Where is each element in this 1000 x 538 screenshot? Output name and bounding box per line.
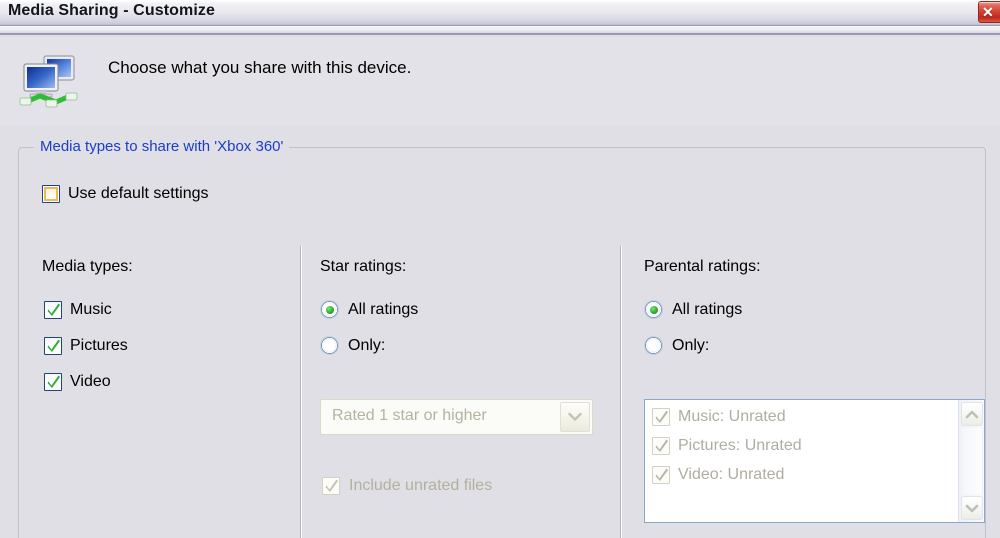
check-icon [47,303,60,316]
radio-button-unselected [644,336,663,355]
dialog-window: Media Sharing - Customize ✕ Choose what … [0,0,1000,538]
media-type-label: Music [70,301,112,318]
checkbox-box-checked-disabled [322,477,340,495]
list-item-label: Video: Unrated [678,466,785,483]
parental-ratings-radio-all[interactable]: All ratings [644,300,742,319]
radio-button-unselected [320,336,339,355]
list-item-label: Pictures: Unrated [678,437,802,454]
column-divider-2 [620,246,622,538]
groupbox-legend: Media types to share with 'Xbox 360' [34,138,290,155]
radio-button-selected [320,300,339,319]
checkbox-box-checked-disabled [652,466,670,484]
star-ratings-radio-all[interactable]: All ratings [320,300,418,319]
parental-ratings-radio-label: Only: [672,336,710,354]
title-bar: Media Sharing - Customize ✕ [0,0,1000,26]
radio-button-selected [644,300,663,319]
parental-ratings-title: Parental ratings: [644,258,761,275]
checkbox-box-unchecked-focused [42,185,60,203]
scrollbar-down-button[interactable] [961,496,983,520]
include-unrated-files-checkbox: Include unrated files [322,477,492,495]
media-type-label: Video [70,373,111,390]
scrollbar-up-button[interactable] [961,402,983,426]
star-ratings-radio-label: Only: [348,336,386,354]
star-ratings-title: Star ratings: [320,258,407,275]
close-button[interactable]: ✕ [978,1,1000,23]
star-rating-combobox-dropdown-button[interactable] [560,402,590,432]
check-icon [655,410,668,423]
check-icon [655,468,668,481]
listbox-scrollbar[interactable] [958,400,984,522]
list-item: Music: Unrated [652,408,786,426]
include-unrated-files-label: Include unrated files [349,477,493,494]
checkbox-box-checked-disabled [652,408,670,426]
check-icon [325,479,338,492]
check-icon [655,439,668,452]
networked-computers-icon [16,52,82,110]
title-bar-separator [0,26,1000,35]
close-icon: ✕ [982,4,994,20]
star-rating-combobox[interactable]: Rated 1 star or higher [320,399,593,435]
checkbox-box-checked-disabled [652,437,670,455]
media-types-title: Media types: [42,258,133,275]
column-divider-1 [300,246,302,538]
window-title: Media Sharing - Customize [8,2,215,19]
parental-ratings-radio-label: All ratings [672,300,743,318]
chevron-up-icon [965,410,979,419]
check-icon [47,375,60,388]
media-type-checkbox-video[interactable]: Video [44,373,111,391]
parental-ratings-radio-only[interactable]: Only: [644,336,709,355]
parental-ratings-listbox: Music: Unrated Pictures: Unrated Video: … [644,399,985,523]
media-type-checkbox-music[interactable]: Music [44,301,112,319]
checkbox-box-checked [44,337,62,355]
use-default-settings-label: Use default settings [68,185,209,202]
list-item-label: Music: Unrated [678,408,786,425]
chevron-down-icon [568,412,582,421]
media-type-label: Pictures [70,337,128,354]
chevron-down-icon [965,504,979,513]
star-ratings-radio-label: All ratings [348,300,419,318]
dialog-header: Choose what you share with this device. [0,37,1000,125]
use-default-settings-checkbox[interactable]: Use default settings [42,185,209,203]
list-item: Pictures: Unrated [652,437,802,455]
header-description: Choose what you share with this device. [108,58,412,77]
star-rating-combobox-value: Rated 1 star or higher [332,407,487,424]
check-icon [47,339,60,352]
media-type-checkbox-pictures[interactable]: Pictures [44,337,128,355]
list-item: Video: Unrated [652,466,784,484]
star-ratings-radio-only[interactable]: Only: [320,336,385,355]
scrollbar-track[interactable] [961,428,983,494]
checkbox-box-checked [44,301,62,319]
checkbox-box-checked [44,373,62,391]
